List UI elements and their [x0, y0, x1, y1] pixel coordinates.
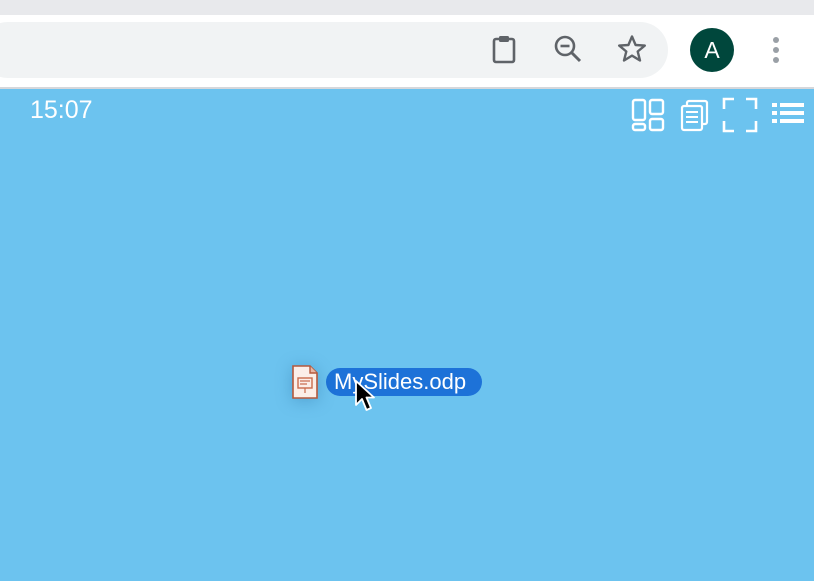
fullscreen-icon[interactable]: [722, 97, 758, 133]
list-view-icon[interactable]: [770, 97, 806, 133]
clock: 15:07: [30, 96, 93, 124]
copy-icon[interactable]: [676, 97, 712, 133]
browser-tab-strip: [0, 0, 814, 15]
grid-view-icon[interactable]: [630, 97, 666, 133]
file-item-myslides[interactable]: MySlides.odp: [290, 361, 483, 403]
screen: A 15:07 MySlides.odp: [0, 0, 814, 581]
clipboard-icon[interactable]: [488, 32, 520, 66]
profile-avatar[interactable]: A: [690, 28, 734, 72]
more-vert-icon[interactable]: [760, 34, 792, 66]
file-name-label: MySlides.odp: [326, 368, 483, 396]
bookmark-star-icon[interactable]: [616, 32, 648, 66]
desktop-area: 15:07 MySlides.odp: [0, 89, 814, 581]
presentation-file-icon: [292, 365, 318, 399]
profile-initial: A: [704, 36, 720, 63]
arrow-cursor-icon: [355, 380, 375, 411]
zoom-out-icon[interactable]: [552, 32, 584, 66]
browser-toolbar: A: [0, 15, 814, 89]
